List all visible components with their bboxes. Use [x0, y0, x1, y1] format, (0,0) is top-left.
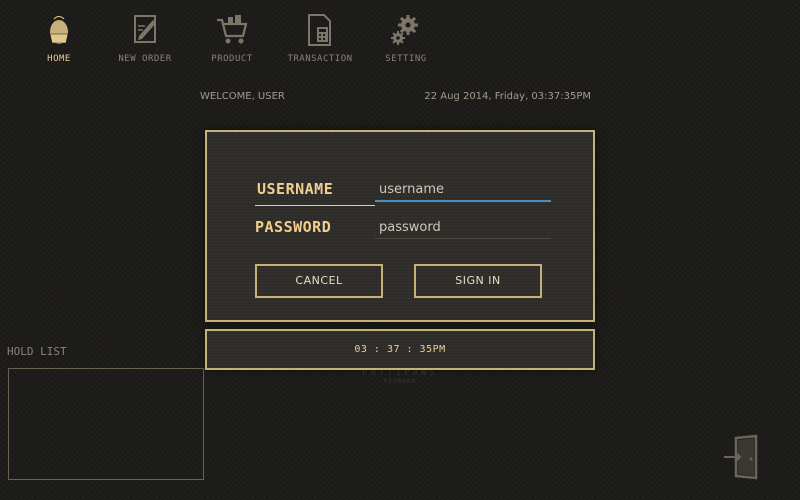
nav-label-product: PRODUCT [211, 54, 253, 64]
cancel-button[interactable]: CANCEL [255, 264, 383, 298]
nav-label-setting: SETTING [385, 54, 427, 64]
nav-label-home: HOME [47, 54, 71, 64]
nav-label-new-order: NEW ORDER [118, 54, 172, 64]
gear-icon [391, 15, 418, 45]
cart-icon [217, 15, 248, 44]
nav-item-new-order[interactable]: NEW ORDER [100, 8, 190, 66]
calculator-icon [308, 14, 331, 46]
logo-sub-text: PETROOM [383, 378, 417, 385]
welcome-text: WELCOME, USER [200, 91, 285, 102]
exit-door-icon [724, 434, 758, 480]
exit-button[interactable] [722, 432, 764, 480]
hold-list-title: HOLD LIST [7, 345, 67, 358]
password-input[interactable] [375, 216, 551, 239]
background-logo: PATTIPAWS PETROOM [340, 368, 460, 385]
nav-item-setting[interactable]: SETTING [361, 8, 451, 66]
datetime-text: 22 Aug 2014, Friday, 03:37:35PM [424, 91, 591, 102]
username-label: USERNAME [257, 180, 334, 198]
nav-label-transaction: TRANSACTION [287, 54, 353, 64]
home-egg-icon [49, 16, 69, 44]
username-label-underline [255, 205, 375, 206]
nav-item-home[interactable]: HOME [14, 8, 104, 66]
hold-list-panel[interactable] [8, 368, 204, 480]
username-input[interactable] [375, 178, 551, 202]
sign-in-button[interactable]: SIGN IN [414, 264, 542, 298]
clock-bar: 03 : 37 : 35PM [205, 329, 595, 370]
login-dialog: USERNAME PASSWORD CANCEL SIGN IN [205, 130, 595, 322]
nav-item-transaction[interactable]: TRANSACTION [275, 8, 365, 66]
new-order-icon [134, 15, 156, 43]
clock-time: 03 : 37 : 35PM [354, 344, 446, 355]
top-navigation: HOME NEW ORDER PRODUCT TRANSACTION SETTI… [0, 0, 800, 70]
password-label: PASSWORD [255, 218, 332, 236]
nav-item-product[interactable]: PRODUCT [187, 8, 277, 66]
